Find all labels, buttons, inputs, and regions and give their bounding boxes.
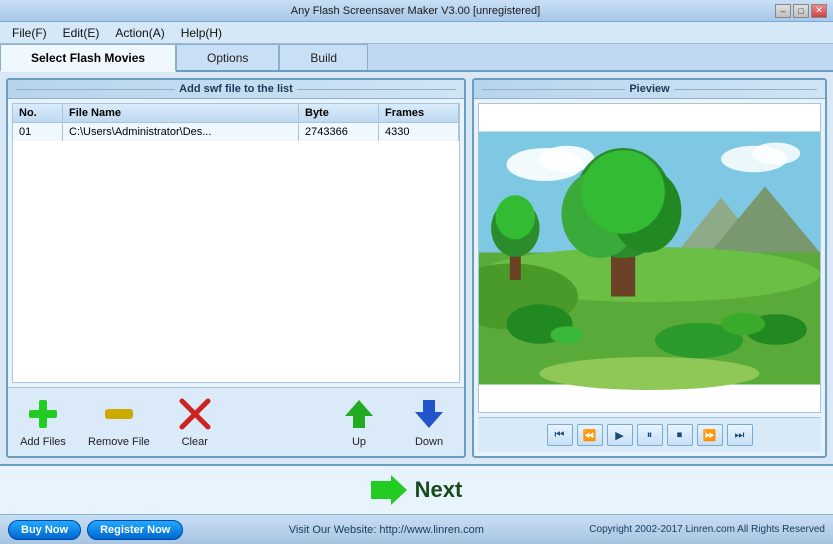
tab-build[interactable]: Build (279, 44, 368, 70)
window-controls: – □ ✕ (775, 4, 827, 18)
menu-action[interactable]: Action(A) (107, 24, 172, 42)
next-arrow-icon (371, 475, 407, 505)
footer-website: Visit Our Website: http://www.linren.com (289, 524, 484, 536)
button-bar: Add Files Remove File C (8, 387, 464, 456)
minimize-button[interactable]: – (775, 4, 791, 18)
remove-file-label: Remove File (88, 436, 150, 448)
left-panel: Add swf file to the list No. File Name B… (6, 78, 466, 458)
menu-bar: File(F) Edit(E) Action(A) Help(H) (0, 22, 833, 44)
player-nextframe-button[interactable]: ⏩ (697, 424, 723, 446)
add-files-button[interactable]: Add Files (18, 396, 68, 448)
up-button[interactable]: Up (334, 396, 384, 448)
player-stop-button[interactable]: ⏹ (667, 424, 693, 446)
player-prev-button[interactable]: ⏪ (577, 424, 603, 446)
clear-label: Clear (182, 436, 208, 448)
footer: Buy Now Register Now Visit Our Website: … (0, 514, 833, 544)
player-pause-button[interactable]: ⏸ (637, 424, 663, 446)
cell-byte: 2743366 (299, 123, 379, 141)
add-icon (25, 396, 61, 432)
maximize-button[interactable]: □ (793, 4, 809, 18)
preview-area (478, 103, 821, 413)
tab-options[interactable]: Options (176, 44, 279, 70)
menu-edit[interactable]: Edit(E) (55, 24, 108, 42)
next-button[interactable]: Next (351, 469, 483, 511)
player-last-button[interactable]: ⏭ (727, 424, 753, 446)
right-panel: Pieview (472, 78, 827, 458)
clear-button[interactable]: Clear (170, 396, 220, 448)
next-label: Next (415, 477, 463, 503)
right-panel-title: Pieview (474, 80, 825, 99)
up-label: Up (352, 436, 366, 448)
file-list-body: 01 C:\Users\Administrator\Des... 2743366… (13, 123, 459, 377)
cell-no: 01 (13, 123, 63, 141)
player-controls: ⏮ ⏪ ▶ ⏸ ⏹ ⏩ ⏭ (478, 417, 821, 452)
tab-select-flash-movies[interactable]: Select Flash Movies (0, 44, 176, 72)
file-list-header: No. File Name Byte Frames (13, 104, 459, 123)
buy-now-button[interactable]: Buy Now (8, 520, 81, 540)
player-first-button[interactable]: ⏮ (547, 424, 573, 446)
main-content: Add swf file to the list No. File Name B… (0, 72, 833, 464)
up-icon (341, 396, 377, 432)
menu-file[interactable]: File(F) (4, 24, 55, 42)
clear-icon (177, 396, 213, 432)
menu-help[interactable]: Help(H) (173, 24, 230, 42)
remove-file-button[interactable]: Remove File (88, 396, 150, 448)
col-filename: File Name (63, 104, 299, 122)
file-list-container: No. File Name Byte Frames 01 C:\Users\Ad… (12, 103, 460, 383)
preview-image (479, 104, 820, 412)
register-now-button[interactable]: Register Now (87, 520, 183, 540)
footer-left: Buy Now Register Now (8, 520, 183, 540)
remove-icon (101, 396, 137, 432)
down-button[interactable]: Down (404, 396, 454, 448)
add-files-label: Add Files (20, 436, 66, 448)
close-button[interactable]: ✕ (811, 4, 827, 18)
table-row[interactable]: 01 C:\Users\Administrator\Des... 2743366… (13, 123, 459, 141)
col-no: No. (13, 104, 63, 122)
down-label: Down (415, 436, 443, 448)
tab-bar: Select Flash Movies Options Build (0, 44, 833, 72)
footer-copyright: Copyright 2002-2017 Linren.com All Right… (589, 524, 825, 535)
col-frames: Frames (379, 104, 459, 122)
bottom-bar: Next (0, 464, 833, 514)
window-title: Any Flash Screensaver Maker V3.00 [unreg… (56, 5, 775, 17)
cell-filename: C:\Users\Administrator\Des... (63, 123, 299, 141)
left-panel-title: Add swf file to the list (8, 80, 464, 99)
down-icon (411, 396, 447, 432)
player-play-button[interactable]: ▶ (607, 424, 633, 446)
cell-frames: 4330 (379, 123, 459, 141)
col-byte: Byte (299, 104, 379, 122)
title-bar: Any Flash Screensaver Maker V3.00 [unreg… (0, 0, 833, 22)
